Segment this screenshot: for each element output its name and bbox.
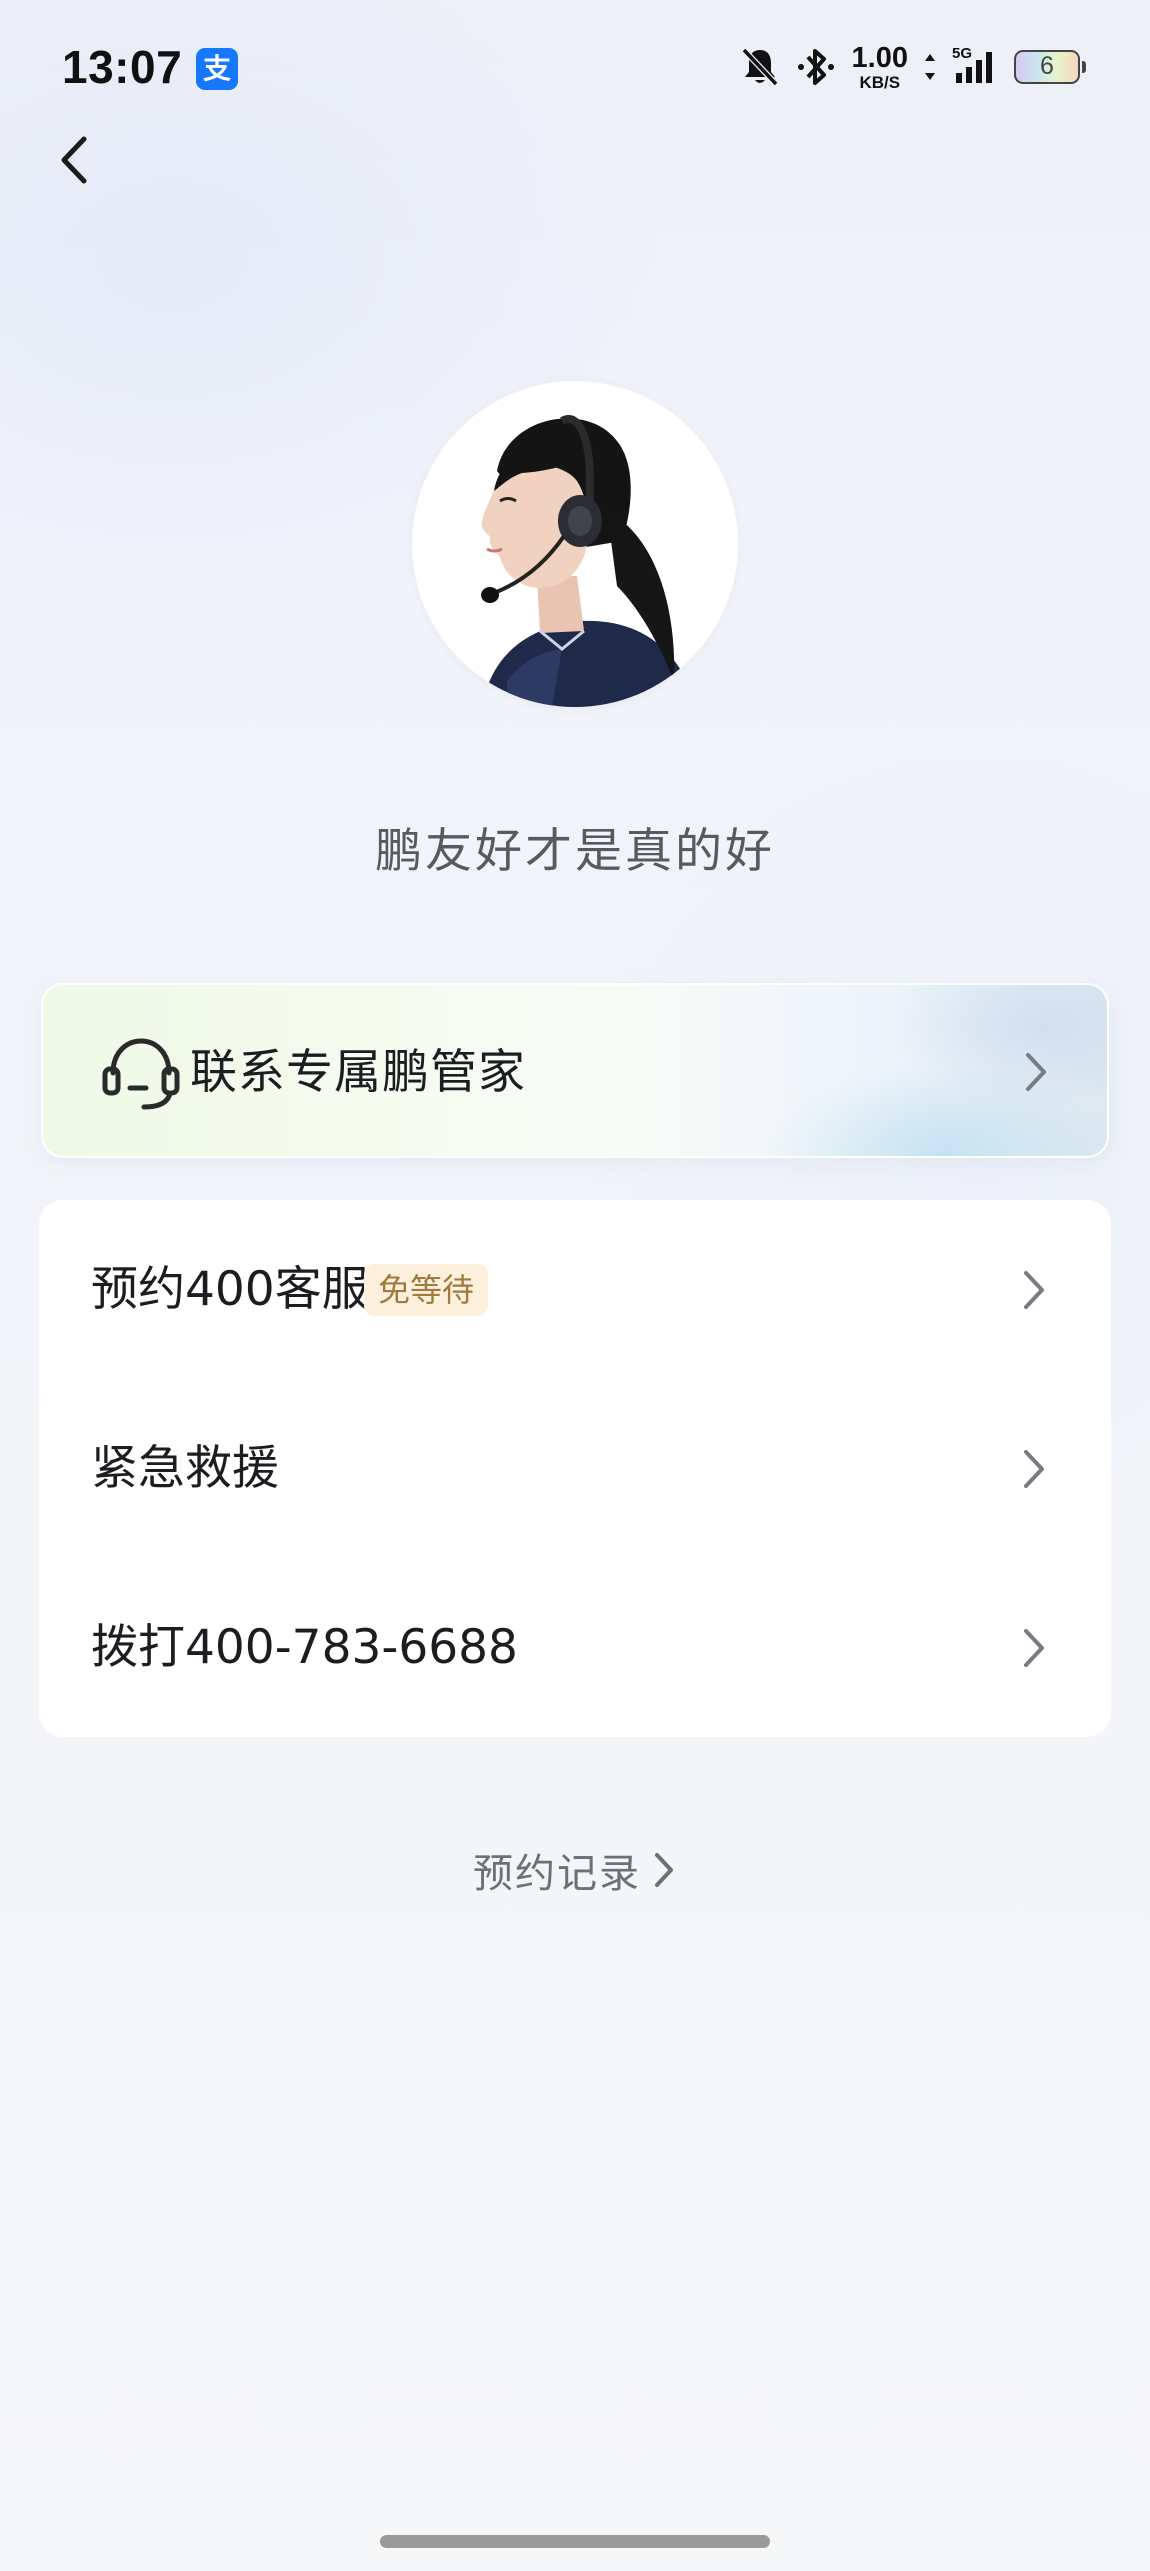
customer-service-avatar bbox=[412, 381, 738, 707]
back-button[interactable] bbox=[58, 120, 128, 200]
battery-level: 6 bbox=[1040, 52, 1054, 80]
status-icons: 1.00 KB/S 5G 6 bbox=[740, 41, 1086, 92]
contact-steward-label: 联系专属鹏管家 bbox=[190, 1045, 526, 1100]
book-400-service-item[interactable]: 预约400客服 免等待 bbox=[39, 1200, 1111, 1379]
call-hotline-item[interactable]: 拨打400-783-6688 bbox=[39, 1558, 1111, 1737]
chevron-right-icon bbox=[1026, 1053, 1046, 1091]
book-400-service-label: 预约400客服 bbox=[91, 1262, 369, 1317]
net-speed-indicator: 1.00 KB/S bbox=[851, 41, 908, 92]
mute-bell-icon bbox=[741, 47, 778, 87]
alipay-app-icon: 支 bbox=[196, 48, 238, 90]
chevron-right-icon bbox=[1024, 1629, 1044, 1667]
bluetooth-icon bbox=[797, 49, 834, 85]
no-wait-badge: 免等待 bbox=[364, 1264, 489, 1316]
chevron-right-icon bbox=[1024, 1450, 1044, 1488]
home-indicator[interactable] bbox=[380, 2535, 770, 2548]
chevron-right-icon bbox=[655, 1853, 673, 1887]
service-menu-card: 预约400客服 免等待 紧急救援 拨打400-783-6688 bbox=[39, 1200, 1111, 1737]
call-hotline-label: 拨打400-783-6688 bbox=[91, 1620, 518, 1675]
headset-icon bbox=[102, 1038, 180, 1110]
data-transfer-icon bbox=[925, 54, 935, 80]
chevron-left-icon bbox=[61, 136, 87, 184]
battery-icon: 6 bbox=[1014, 50, 1086, 84]
emergency-rescue-item[interactable]: 紧急救援 bbox=[39, 1379, 1111, 1558]
contact-steward-button[interactable]: 联系专属鹏管家 bbox=[41, 983, 1109, 1158]
booking-records-link[interactable]: 预约记录 bbox=[0, 1840, 1150, 1900]
net-speed-value: 1.00 bbox=[851, 41, 908, 74]
emergency-rescue-label: 紧急救援 bbox=[91, 1441, 279, 1496]
status-time: 13:07 bbox=[62, 41, 183, 93]
signal-5g-icon: 5G bbox=[952, 45, 998, 87]
agent-portrait-image bbox=[481, 415, 697, 707]
slogan: 鹏友好才是真的好 bbox=[375, 824, 775, 879]
status-bar: 13:07 支 1.00 KB/S 5G 6 bbox=[0, 0, 1150, 140]
chevron-right-icon bbox=[1024, 1271, 1044, 1309]
booking-records-label: 预约记录 bbox=[473, 1851, 641, 1897]
net-speed-unit: KB/S bbox=[859, 72, 901, 92]
